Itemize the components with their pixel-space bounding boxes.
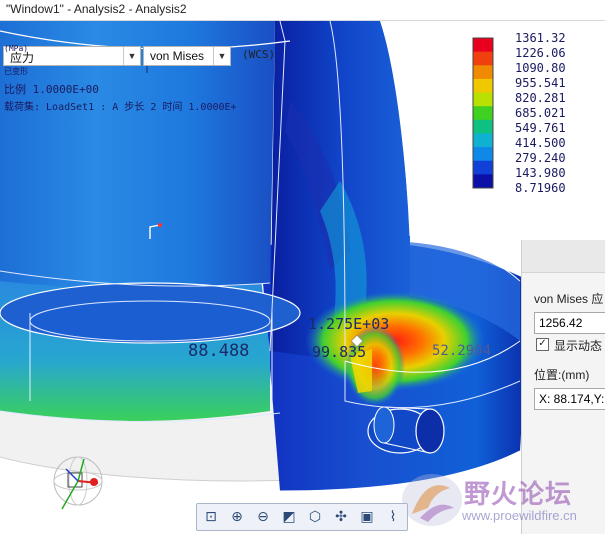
zoom-in-icon[interactable]: ⊕	[227, 507, 247, 527]
legend-value: 143.980	[515, 166, 566, 180]
legend-swatch	[473, 160, 493, 175]
legend-value: 685.021	[515, 106, 566, 120]
legend-value: 955.541	[515, 76, 566, 90]
probe-value-field[interactable]	[534, 312, 605, 334]
zoom-window-icon[interactable]: ⊡	[201, 507, 221, 527]
window-titlebar: "Window1" - Analysis2 - Analysis2	[0, 0, 605, 21]
legend-swatch	[473, 133, 493, 148]
dynamic-display-label: 显示动态	[554, 339, 603, 353]
legend-swatch	[473, 38, 493, 53]
legend-value: 8.71960	[515, 181, 566, 195]
panel-header	[522, 240, 605, 273]
legend-swatch	[473, 65, 493, 80]
coordinate-system-label: (WCS)	[242, 48, 276, 61]
info-scale: 比例 1.0000E+00	[4, 83, 99, 96]
legend-swatch	[473, 147, 493, 162]
legend-swatch	[473, 106, 493, 121]
legend-value: 1361.32	[515, 31, 566, 45]
info-loadset: 载荷集: LoadSet1 : A 步长 2 时间 1.0000E+	[4, 102, 237, 113]
info-units: (MPa)	[4, 44, 29, 53]
legend-value: 1226.06	[515, 46, 566, 60]
chevron-down-icon[interactable]: ▼	[213, 47, 230, 65]
coord-label-z: 52.2904	[432, 343, 492, 359]
legend-swatch	[473, 92, 493, 107]
refit-icon[interactable]: ◩	[279, 507, 299, 527]
legend-value: 279.240	[515, 151, 566, 165]
result-component-value: von Mises	[150, 49, 205, 63]
legend-value: 1090.80	[515, 61, 566, 75]
display-style-icon[interactable]: ▣	[357, 507, 377, 527]
legend-value: 820.281	[515, 91, 566, 105]
3d-viewport[interactable]: 应力 ▼ von Mises ▼ (WCS) (MPa) 已变形 比例 1.00…	[0, 21, 605, 534]
view-toolbar: ⊡ ⊕ ⊖ ◩ ⬡ ✣ ▣ ⌇	[196, 503, 408, 531]
info-deformed: 已变形	[4, 67, 28, 76]
max-value-label: 1.275E+03	[308, 315, 390, 333]
position-label: 位置:(mm)	[534, 368, 590, 382]
legend-colorbar	[472, 37, 494, 189]
window-title: "Window1" - Analysis2 - Analysis2	[6, 2, 187, 16]
query-icon[interactable]: ⌇	[383, 507, 403, 527]
watermark-url: www.proewildfire.cn	[462, 508, 577, 523]
legend-value: 414.500	[515, 136, 566, 150]
zoom-out-icon[interactable]: ⊖	[253, 507, 273, 527]
chevron-down-icon[interactable]: ▼	[123, 47, 140, 65]
legend-swatch	[473, 51, 493, 66]
view-orientation-icon[interactable]: ⬡	[305, 507, 325, 527]
legend-value: 549.761	[515, 121, 566, 135]
result-component-dropdown[interactable]: von Mises ▼	[143, 46, 231, 66]
panel-title: von Mises 应	[534, 292, 604, 306]
legend-swatch	[473, 119, 493, 134]
position-value-field[interactable]	[534, 388, 605, 410]
dynamic-display-checkbox[interactable]: ✓	[536, 338, 549, 351]
coord-label-x: 88.488	[188, 341, 250, 361]
legend-swatch	[473, 78, 493, 94]
coord-label-y: 99.835	[312, 343, 367, 361]
spin-center-icon[interactable]: ✣	[331, 507, 351, 527]
legend-swatch	[473, 174, 493, 189]
watermark-text: 野火论坛	[464, 480, 573, 510]
